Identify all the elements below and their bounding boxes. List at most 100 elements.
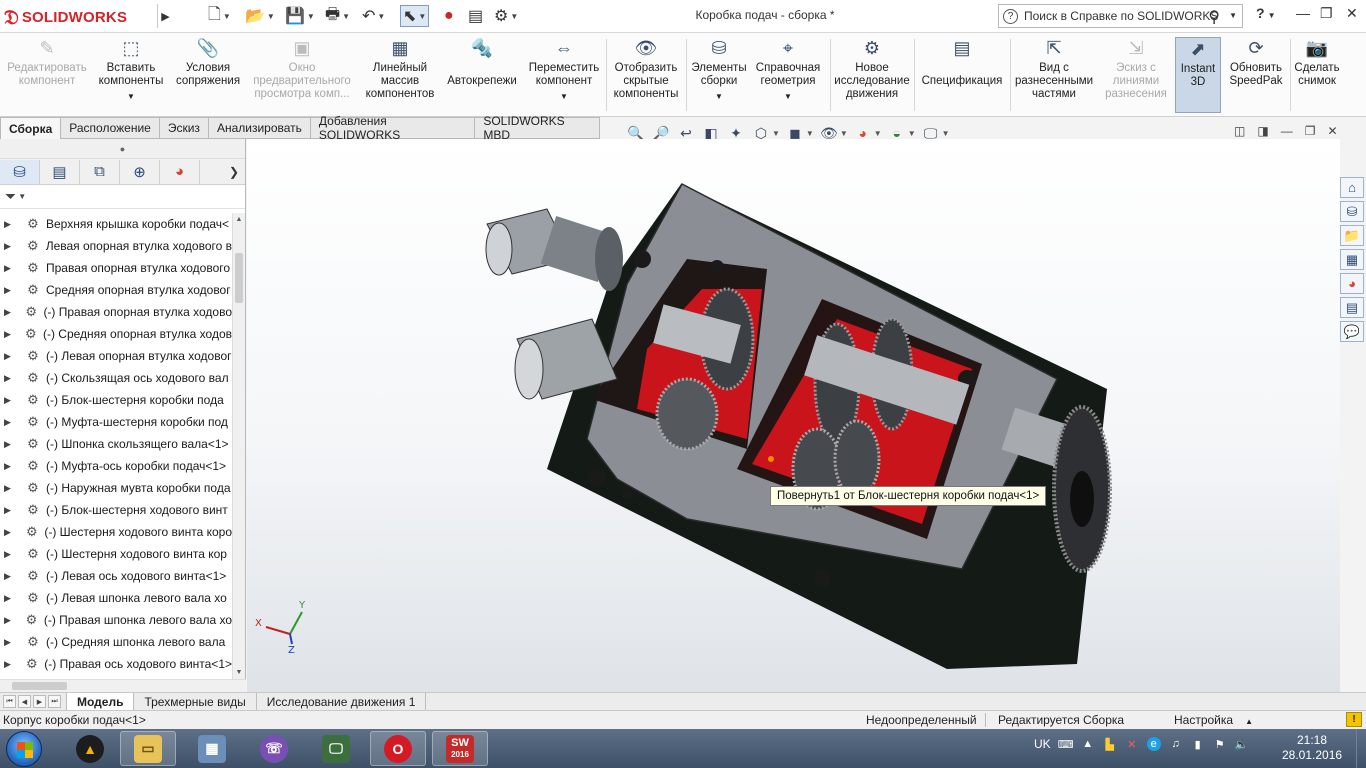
tree-item[interactable]: ▶ ⚙ (-) Средняя шпонка левого вала	[0, 631, 232, 653]
component-preview-window-button[interactable]: ▣ Окно предварительного просмотра комп..…	[248, 37, 356, 113]
tree-item[interactable]: ▶ ⚙ (-) Правая ось ходового винта<1>	[0, 653, 232, 675]
linear-component-pattern-button[interactable]: ▦ Линейный массив компонентов	[360, 37, 440, 113]
keyboard-icon[interactable]: ⌨	[1058, 737, 1074, 751]
expand-arrow-icon[interactable]: ▶	[4, 263, 18, 274]
tree-item[interactable]: ▶ ⚙ (-) Блок-шестерня коробки пода	[0, 389, 232, 411]
viewport-prev-icon[interactable]: ◫	[1234, 124, 1245, 138]
tree-item[interactable]: ▶ ⚙ Правая опорная втулка ходового	[0, 257, 232, 279]
speaker-icon[interactable]: 🔈	[1235, 737, 1249, 751]
undo-button[interactable]: ↶ ▼	[362, 5, 385, 27]
chevron-down-icon[interactable]: ▼	[942, 129, 950, 138]
help-search-input[interactable]: ? Поиск в Справке по SOLIDWORKS ⚲ ▼	[998, 4, 1243, 28]
tab-property-manager[interactable]: ▤	[40, 159, 80, 184]
tree-item[interactable]: ▶ ⚙ (-) Правая шпонка левого вала хо	[0, 609, 232, 631]
taskbar-viber[interactable]: ☏	[246, 731, 302, 766]
chevron-right-icon[interactable]: ❯	[229, 165, 239, 179]
tree-item[interactable]: ▶ ⚙ (-) Шестерня ходового винта кор	[0, 543, 232, 565]
expand-arrow-icon[interactable]: ▶	[4, 461, 18, 472]
instant3d-button[interactable]: ⬈ Instant 3D	[1175, 37, 1221, 113]
expand-arrow-icon[interactable]: ▶	[4, 219, 18, 230]
smart-fasteners-button[interactable]: 🔩 Автокрепежи	[444, 37, 520, 113]
tree-item[interactable]: ▶ ⚙ (-) Правая опорная втулка ходово	[0, 301, 232, 323]
search-icon[interactable]: ⚲	[1208, 7, 1220, 27]
gearbox-model-render[interactable]	[247, 139, 1340, 692]
expand-arrow-icon[interactable]: ▶	[4, 505, 18, 516]
bill-of-materials-button[interactable]: ▤ Спецификация	[916, 37, 1008, 113]
save-button[interactable]: 💾 ▼	[285, 5, 315, 27]
tab-3d-views[interactable]: Трехмерные виды	[134, 693, 257, 710]
tree-horizontal-scrollbar[interactable]	[0, 679, 246, 692]
graphics-area[interactable]: Повернуть1 от Блок-шестерня коробки пода…	[247, 139, 1340, 692]
expand-arrow-icon[interactable]: ▶	[4, 439, 18, 450]
taskbar-calculator[interactable]: ▦	[184, 731, 240, 766]
tree-vertical-scrollbar[interactable]: ▲ ▼	[232, 213, 245, 679]
tab-mbd[interactable]: SOLIDWORKS MBD	[475, 114, 600, 142]
viewport-next-icon[interactable]: ◨	[1257, 124, 1268, 138]
chevron-down-icon[interactable]: ▼	[560, 90, 568, 103]
chevron-down-icon[interactable]: ▼	[840, 129, 848, 138]
tab-model[interactable]: Модель	[66, 693, 135, 710]
file-explorer-button[interactable]: 📁	[1340, 225, 1364, 246]
menu-expand-arrow[interactable]: ▶	[157, 4, 173, 28]
tree-item[interactable]: ▶ ⚙ (-) Блок-шестерня ходового винт	[0, 499, 232, 521]
custom-properties-button[interactable]: ▤	[1340, 297, 1364, 318]
restore-button[interactable]: ❐	[1320, 5, 1333, 22]
chevron-down-icon[interactable]: ▼	[784, 90, 792, 103]
edit-component-button[interactable]: ✎ Редактировать компонент	[4, 37, 90, 113]
chevron-down-icon[interactable]: ▼	[908, 129, 916, 138]
expand-arrow-icon[interactable]: ▶	[4, 615, 17, 626]
taskbar-remote-desktop[interactable]: 🖵	[308, 731, 364, 766]
design-library-button[interactable]: ⛁	[1340, 201, 1364, 222]
show-desktop-button[interactable]	[1356, 729, 1366, 768]
prev-tab-icon[interactable]: ◀	[18, 695, 31, 708]
view-palette-button[interactable]: ▦	[1340, 249, 1364, 270]
tree-item[interactable]: ▶ ⚙ (-) Левая ось ходового винта<1>	[0, 565, 232, 587]
tree-item[interactable]: ▶ ⚙ (-) Шестерня ходового винта коро	[0, 521, 232, 543]
action-center-icon[interactable]: ⚑	[1213, 737, 1227, 751]
expand-arrow-icon[interactable]: ▶	[4, 593, 18, 604]
chevron-down-icon[interactable]: ▼	[874, 129, 882, 138]
app-tray-icon[interactable]: ▙	[1103, 737, 1117, 751]
solidworks-resources-button[interactable]: ⌂	[1340, 177, 1364, 198]
rebuild-button[interactable]: ●	[444, 5, 454, 27]
status-custom-menu[interactable]: Настройка ▲	[1174, 713, 1253, 727]
network-alert-icon[interactable]: ✕	[1125, 737, 1139, 751]
tree-item[interactable]: ▶ ⚙ (-) Скользящая ось ходового вал	[0, 367, 232, 389]
chevron-down-icon[interactable]: ▼	[1229, 11, 1237, 20]
expand-arrow-icon[interactable]: ▶	[4, 483, 18, 494]
new-motion-study-button[interactable]: ⚙ Новое исследование движения	[834, 37, 910, 113]
expand-arrow-icon[interactable]: ▶	[4, 285, 18, 296]
show-hidden-components-button[interactable]: 👁 Отобразить скрытые компоненты	[608, 37, 684, 113]
tab-evaluate[interactable]: Анализировать	[208, 117, 311, 139]
expand-arrow-icon[interactable]: ▶	[4, 241, 18, 252]
scroll-thumb[interactable]	[235, 253, 243, 303]
tree-item[interactable]: ▶ ⚙ (-) Левая опорная втулка ходовог	[0, 345, 232, 367]
insert-components-button[interactable]: ⬚ Вставить компоненты ▼	[94, 37, 168, 113]
tab-layout[interactable]: Расположение	[61, 117, 160, 139]
chevron-down-icon[interactable]: ▼	[806, 129, 814, 138]
taskbar-archive-app[interactable]: ▲	[62, 731, 118, 766]
minimize-button[interactable]: —	[1296, 5, 1310, 21]
tree-item[interactable]: ▶ ⚙ (-) Шпонка скользящего вала<1>	[0, 433, 232, 455]
expand-arrow-icon[interactable]: ▶	[4, 307, 17, 318]
chevron-down-icon[interactable]: ▼	[772, 129, 780, 138]
tree-item[interactable]: ▶ ⚙ Средняя опорная втулка ходовог	[0, 279, 232, 301]
file-properties-button[interactable]: ▤	[468, 5, 483, 27]
chevron-down-icon[interactable]: ▼	[715, 90, 723, 103]
reference-geometry-button[interactable]: ⌖ Справочная геометрия ▼	[752, 37, 824, 113]
viewport-restore-icon[interactable]: ❐	[1305, 124, 1316, 138]
next-tab-icon[interactable]: ▶	[33, 695, 46, 708]
select-button[interactable]: ⬉ ▼	[400, 5, 430, 27]
scroll-down-icon[interactable]: ▼	[233, 666, 245, 679]
tree-item[interactable]: ▶ ⚙ (-) Средняя опорная втулка ходов	[0, 323, 232, 345]
scroll-thumb[interactable]	[12, 682, 67, 690]
tree-item[interactable]: ▶ ⚙ (-) Муфта-ось коробки подач<1>	[0, 455, 232, 477]
taskbar-solidworks[interactable]: SW 2016	[432, 731, 488, 766]
language-indicator[interactable]: UK	[1034, 737, 1051, 751]
expand-arrow-icon[interactable]: ▶	[4, 395, 18, 406]
exploded-view-button[interactable]: ⇱ Вид с разнесенными частями	[1012, 37, 1096, 113]
mate-button[interactable]: 📎 Условия сопряжения	[172, 37, 244, 113]
assembly-features-button[interactable]: ⛁ Элементы сборки ▼	[688, 37, 750, 113]
tab-display-manager[interactable]: ◕	[160, 159, 200, 184]
panel-grip[interactable]: ●	[0, 139, 245, 159]
